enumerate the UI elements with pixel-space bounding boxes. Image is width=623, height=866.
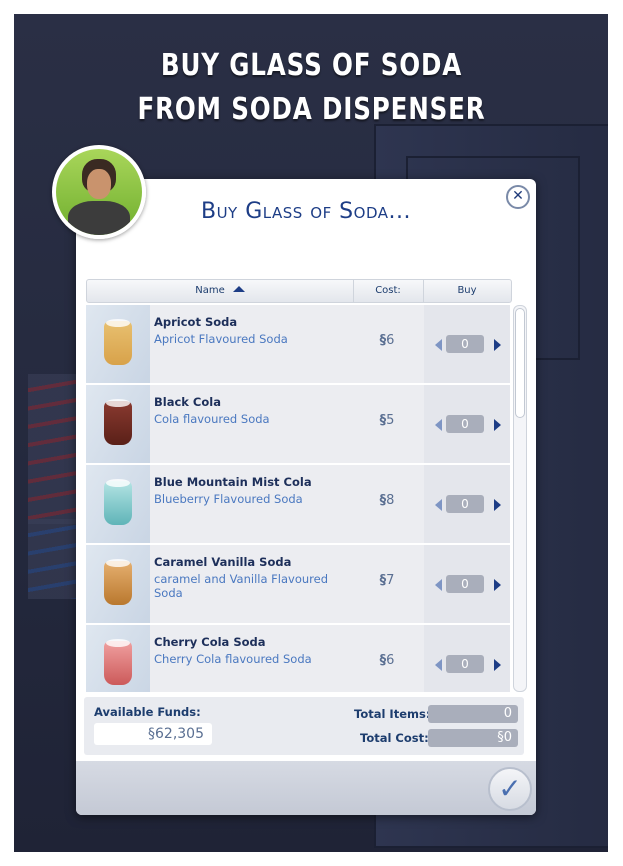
quantity-stepper: 0 (424, 625, 510, 692)
item-name: Apricot Soda (154, 315, 238, 329)
decrease-arrow-icon[interactable] (435, 579, 442, 591)
checkmark-icon[interactable]: ✓ (488, 767, 532, 811)
item-thumbnail (86, 385, 150, 463)
item-cost: §6 (379, 333, 395, 348)
item-thumbnail (86, 465, 150, 543)
decrease-arrow-icon[interactable] (435, 499, 442, 511)
item-cost: §7 (379, 573, 395, 588)
item-thumbnail (86, 305, 150, 383)
background-pole-lower (28, 519, 76, 599)
item-description: caramel and Vanilla Flavoured Soda (154, 572, 328, 600)
scrollbar-thumb[interactable] (515, 308, 525, 418)
banner-heading: BUY GLASS OF SODA FROM SODA DISPENSER (0, 44, 623, 132)
quantity-stepper: 0 (424, 465, 510, 543)
background-pole (28, 374, 76, 524)
item-name: Black Cola (154, 395, 221, 409)
increase-arrow-icon[interactable] (494, 659, 501, 671)
column-name-label: Name (195, 285, 225, 296)
quantity-field[interactable]: 0 (446, 495, 484, 513)
banner-line-2: FROM SODA DISPENSER (137, 92, 486, 127)
soda-glass-icon (104, 639, 132, 685)
quantity-field[interactable]: 0 (446, 575, 484, 593)
quantity-stepper: 0 (424, 545, 510, 623)
increase-arrow-icon[interactable] (494, 579, 501, 591)
item-thumbnail (86, 545, 150, 623)
item-name: Cherry Cola Soda (154, 635, 266, 649)
column-buy[interactable]: Buy (423, 280, 511, 302)
quantity-stepper: 0 (424, 305, 510, 383)
soda-glass-icon (104, 399, 132, 445)
item-cost: §5 (379, 413, 395, 428)
soda-glass-icon (104, 319, 132, 365)
avatar (52, 145, 146, 239)
funds-value: §62,305 (94, 723, 212, 745)
dialog-action-bar: ✓ (76, 761, 536, 815)
item-cost: §8 (379, 493, 395, 508)
increase-arrow-icon[interactable] (494, 339, 501, 351)
decrease-arrow-icon[interactable] (435, 659, 442, 671)
increase-arrow-icon[interactable] (494, 499, 501, 511)
total-cost-label: Total Cost: (360, 731, 429, 745)
total-items-value: 0 (428, 705, 518, 723)
purchase-summary: Available Funds: §62,305 Total Items: 0 … (84, 697, 524, 755)
list-item[interactable]: Black Cola Cola flavoured Soda §5 0 (86, 385, 510, 465)
funds-label: Available Funds: (94, 705, 201, 719)
item-name: Caramel Vanilla Soda (154, 555, 292, 569)
decrease-arrow-icon[interactable] (435, 419, 442, 431)
item-description: Cola flavoured Soda (154, 412, 270, 426)
dialog-title: Buy Glass of Soda... (200, 199, 411, 224)
item-description: Blueberry Flavoured Soda (154, 492, 303, 506)
quantity-stepper: 0 (424, 385, 510, 463)
banner-line-1: BUY GLASS OF SODA (160, 48, 463, 83)
increase-arrow-icon[interactable] (494, 419, 501, 431)
item-description: Cherry Cola flavoured Soda (154, 652, 312, 666)
list-scrollbar[interactable] (513, 305, 527, 692)
item-name: Blue Mountain Mist Cola (154, 475, 312, 489)
column-cost[interactable]: Cost: (353, 280, 423, 302)
column-header: Name Cost: Buy (86, 279, 512, 303)
item-thumbnail (86, 625, 150, 692)
total-items-label: Total Items: (354, 707, 431, 721)
column-name[interactable]: Name (87, 280, 353, 302)
item-description: Apricot Flavoured Soda (154, 332, 288, 346)
list-item[interactable]: Cherry Cola Soda Cherry Cola flavoured S… (86, 625, 510, 692)
sort-ascending-icon (232, 286, 245, 292)
item-list: Apricot Soda Apricot Flavoured Soda §6 0… (86, 305, 510, 692)
item-cost: §6 (379, 653, 395, 668)
total-cost-value: §0 (428, 729, 518, 747)
list-item[interactable]: Blue Mountain Mist Cola Blueberry Flavou… (86, 465, 510, 545)
list-item[interactable]: Caramel Vanilla Soda caramel and Vanilla… (86, 545, 510, 625)
quantity-field[interactable]: 0 (446, 335, 484, 353)
quantity-field[interactable]: 0 (446, 655, 484, 673)
purchase-dialog: ✕ Buy Glass of Soda... Name Cost: Buy Ap… (76, 179, 536, 815)
quantity-field[interactable]: 0 (446, 415, 484, 433)
soda-glass-icon (104, 479, 132, 525)
list-item[interactable]: Apricot Soda Apricot Flavoured Soda §6 0 (86, 305, 510, 385)
soda-glass-icon (104, 559, 132, 605)
decrease-arrow-icon[interactable] (435, 339, 442, 351)
